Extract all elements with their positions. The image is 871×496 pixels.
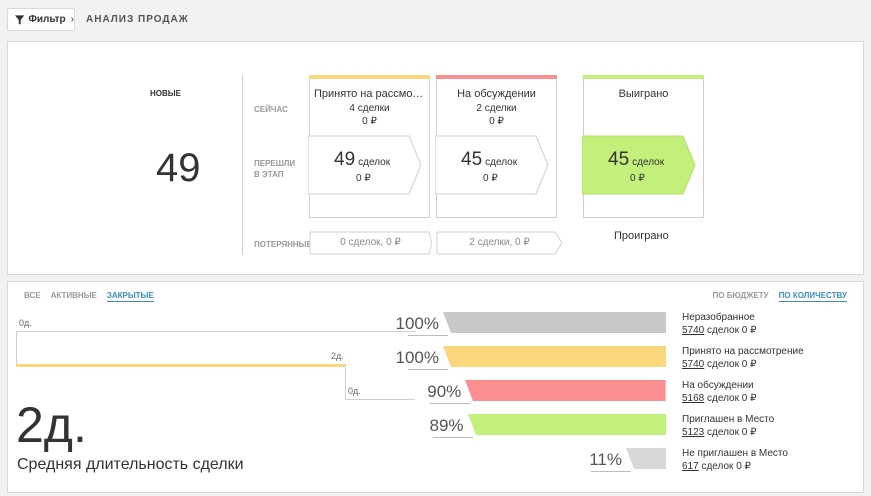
- moved-arrow-discussion: 45 сделок 0 ₽: [435, 135, 550, 195]
- average-duration-caption: Средняя длительность сделки: [17, 456, 244, 473]
- stage-now-amount: 0 ₽: [362, 116, 377, 127]
- status-tabs: ВСЕ АКТИВНЫЕ ЗАКРЫТЫЕ: [24, 291, 154, 302]
- funnel-percent: 11%: [589, 450, 622, 469]
- funnel-count-rest: сделок 0 ₽: [704, 427, 757, 438]
- funnel-bar: [443, 346, 666, 367]
- row-label-moved-line1: ПЕРЕШЛИ: [254, 159, 296, 168]
- moved-amount: 0 ₽: [630, 173, 645, 184]
- moved-amount: 0 ₽: [356, 173, 371, 184]
- lost-stage-title[interactable]: Проиграно: [614, 230, 669, 242]
- funnel-count-rest: сделок 0 ₽: [698, 461, 751, 472]
- moved-count: 49: [334, 149, 356, 170]
- new-deals-count: 49: [156, 146, 201, 190]
- funnel-stage-label: Не приглашен в Место 617 сделок 0 ₽: [682, 447, 788, 473]
- stage-color-bar: [436, 75, 557, 79]
- tab-closed[interactable]: ЗАКРЫТЫЕ: [106, 291, 154, 302]
- funnel-percent: 100%: [395, 314, 439, 333]
- funnel-count-link[interactable]: 5123: [682, 427, 704, 438]
- filter-label: Фильтр: [28, 14, 66, 25]
- timeline-label-end: 0д.: [348, 386, 361, 396]
- stage-title: Выиграно: [618, 88, 669, 100]
- row-label-lost: ПОТЕРЯННЫЕ: [254, 240, 312, 249]
- funnel-stage-count: 5168 сделок 0 ₽: [682, 392, 756, 405]
- metric-toggle: ПО БЮДЖЕТУ ПО КОЛИЧЕСТВУ: [713, 291, 847, 302]
- chevron-right-icon: ›: [70, 14, 74, 25]
- funnel-underline: [432, 437, 473, 438]
- page-title: АНАЛИЗ ПРОДАЖ: [86, 14, 189, 25]
- lost-box-discussion[interactable]: 2 сделки, 0 ₽: [436, 231, 563, 255]
- toggle-by-budget[interactable]: ПО БЮДЖЕТУ: [713, 291, 769, 302]
- timeline-line: [16, 331, 17, 365]
- filter-button[interactable]: Фильтр ›: [7, 8, 75, 31]
- funnel-stage-count: 5740 сделок 0 ₽: [682, 358, 804, 371]
- funnel-stage-count: 5123 сделок 0 ₽: [682, 426, 774, 439]
- funnel-percent: 89%: [429, 416, 464, 435]
- row-label-moved: ПЕРЕШЛИ В ЭТАП: [254, 158, 295, 180]
- lost-text: 0 сделок, 0 ₽: [340, 237, 401, 248]
- timeline-label-start: 0д.: [19, 318, 32, 328]
- funnel-stage-name: На обсуждении: [682, 380, 754, 391]
- moved-unit: сделок: [485, 157, 518, 168]
- funnel-stage-name: Принято на рассмотрение: [682, 346, 804, 357]
- stage-now-deals: 2 сделки: [476, 103, 517, 114]
- timeline-line: [345, 364, 346, 400]
- funnel-count-link[interactable]: 5740: [682, 325, 704, 336]
- funnel-count-link[interactable]: 5740: [682, 359, 704, 370]
- row-label-moved-line2: В ЭТАП: [254, 170, 284, 179]
- stage-now-amount: 0 ₽: [489, 116, 504, 127]
- funnel-percent: 100%: [395, 348, 439, 367]
- funnel-stage-label: Приглашен в Место 5123 сделок 0 ₽: [682, 413, 774, 439]
- stage-title: Принято на рассмотрение: [314, 88, 429, 100]
- moved-unit: сделок: [632, 157, 665, 168]
- timeline-line: [16, 331, 416, 332]
- funnel-bar: [465, 380, 666, 401]
- funnel-underline: [591, 471, 631, 472]
- lost-text: 2 сделки, 0 ₽: [469, 237, 530, 248]
- funnel-count-rest: сделок 0 ₽: [704, 325, 757, 336]
- funnel-stage-name: Не приглашен в Место: [682, 448, 788, 459]
- funnel-stage-label: На обсуждении 5168 сделок 0 ₽: [682, 379, 756, 405]
- funnel-stage-name: Приглашен в Место: [682, 414, 775, 425]
- moved-unit: сделок: [358, 157, 391, 168]
- funnel-stage-label: Неразобранное 5740 сделок 0 ₽: [682, 311, 756, 337]
- moved-count: 45: [461, 149, 483, 170]
- stage-color-bar: [583, 75, 704, 79]
- funnel-bar: [626, 448, 666, 469]
- moved-arrow-won: 45 сделок 0 ₽: [582, 135, 697, 195]
- funnel-count-link[interactable]: 617: [682, 461, 699, 472]
- lost-box-accepted[interactable]: 0 сделок, 0 ₽: [309, 231, 432, 255]
- moved-arrow-accepted: 49 сделок 0 ₽: [308, 135, 423, 195]
- moved-count: 45: [608, 149, 630, 170]
- funnel-stage-count: 5740 сделок 0 ₽: [682, 324, 756, 337]
- funnel-bar: [467, 414, 666, 435]
- divider: [242, 75, 243, 255]
- funnel-bar: [443, 312, 666, 333]
- funnel-count-rest: сделок 0 ₽: [704, 359, 757, 370]
- stage-title: На обсуждении: [457, 88, 536, 100]
- funnel-underline: [408, 369, 448, 370]
- tab-all[interactable]: ВСЕ: [24, 291, 41, 302]
- funnel-stage-name: Неразобранное: [682, 312, 755, 323]
- toggle-by-count[interactable]: ПО КОЛИЧЕСТВУ: [778, 291, 847, 302]
- timeline-label-mid: 2д.: [331, 351, 344, 361]
- stage-color-bar: [309, 75, 430, 79]
- tab-active[interactable]: АКТИВНЫЕ: [51, 291, 97, 302]
- moved-amount: 0 ₽: [483, 173, 498, 184]
- funnel-percent: 90%: [427, 382, 462, 401]
- stage-now-deals: 4 сделки: [349, 103, 390, 114]
- new-deals-label: НОВЫЕ: [150, 89, 181, 98]
- funnel-underline: [430, 403, 471, 404]
- funnel-count-rest: сделок 0 ₽: [704, 393, 757, 404]
- funnel-stage-count: 617 сделок 0 ₽: [682, 460, 788, 473]
- row-label-now: СЕЙЧАС: [254, 105, 288, 114]
- funnel-stage-label: Принято на рассмотрение 5740 сделок 0 ₽: [682, 345, 804, 371]
- funnel-underline: [408, 335, 448, 336]
- average-duration-value: 2д.: [16, 397, 87, 453]
- funnel-count-link[interactable]: 5168: [682, 393, 704, 404]
- timeline-bar-accepted: [16, 364, 345, 367]
- funnel-icon: [15, 14, 25, 25]
